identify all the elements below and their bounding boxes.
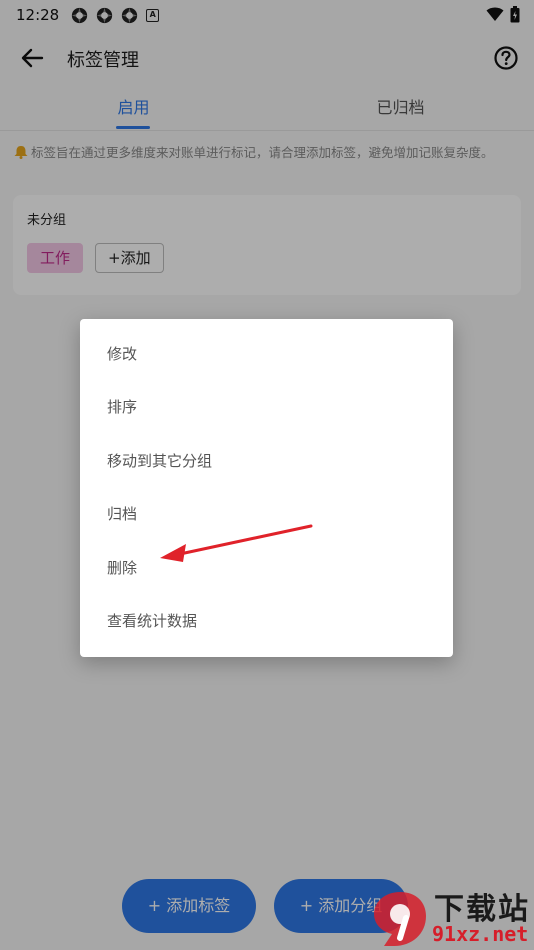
menu-item-archive[interactable]: 归档	[80, 488, 453, 541]
menu-item-delete[interactable]: 删除	[80, 542, 453, 595]
watermark-url: 91xz.net	[432, 922, 529, 946]
menu-item-edit[interactable]: 修改	[80, 328, 453, 381]
menu-item-sort[interactable]: 排序	[80, 381, 453, 434]
menu-item-statistics[interactable]: 查看统计数据	[80, 595, 453, 648]
context-menu-dialog: 修改 排序 移动到其它分组 归档 删除 查看统计数据	[80, 319, 453, 657]
watermark-logo-icon	[374, 892, 426, 946]
watermark: 下载站 91xz.net	[370, 884, 534, 950]
menu-item-move[interactable]: 移动到其它分组	[80, 435, 453, 488]
